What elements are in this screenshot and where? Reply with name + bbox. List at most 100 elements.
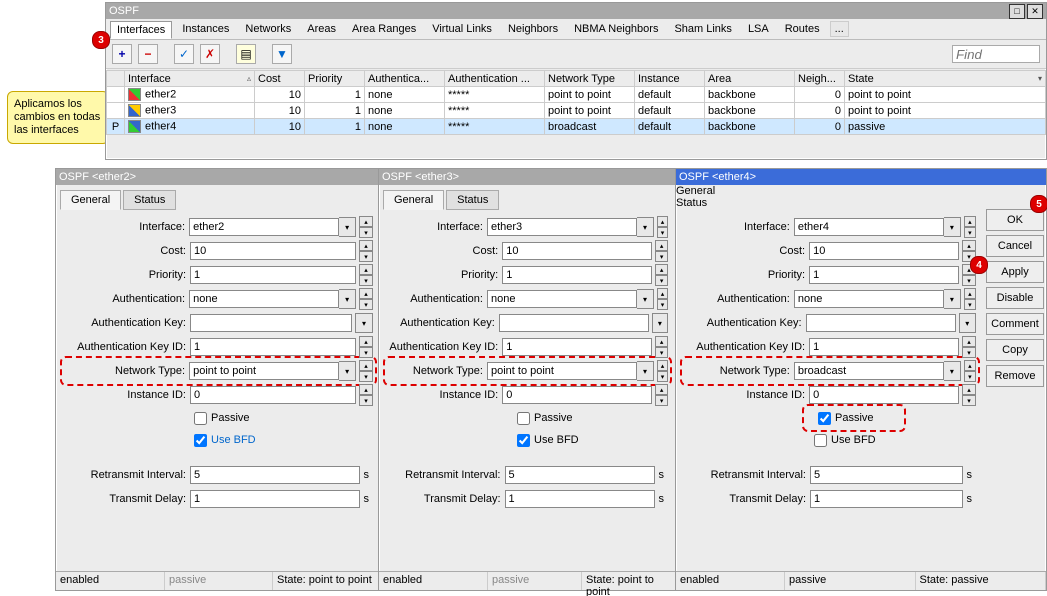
- network-type-field[interactable]: [794, 362, 944, 380]
- reveal-arrow-icon[interactable]: ▾: [959, 313, 976, 333]
- tab-more[interactable]: ...: [830, 21, 849, 37]
- col-auth[interactable]: Authentica...: [365, 71, 445, 87]
- priority-field[interactable]: [809, 266, 959, 284]
- tab-interfaces[interactable]: Interfaces: [110, 21, 172, 39]
- updown-arrows[interactable]: ▴▾: [657, 216, 668, 238]
- table-row-selected[interactable]: P ether4 101 none*****broadcast defaultb…: [107, 119, 1046, 135]
- col-cost[interactable]: Cost: [255, 71, 305, 87]
- instance-id-field[interactable]: [502, 386, 652, 404]
- usebfd-checkbox[interactable]: [194, 434, 207, 447]
- disable-button[interactable]: Disable: [986, 287, 1044, 309]
- priority-field[interactable]: [502, 266, 652, 284]
- col-authkey[interactable]: Authentication ...: [445, 71, 545, 87]
- authkeyid-field[interactable]: [502, 338, 652, 356]
- retransmit-field[interactable]: [810, 466, 963, 484]
- updown-arrows[interactable]: ▴▾: [359, 360, 373, 382]
- tab-routes[interactable]: Routes: [779, 21, 826, 37]
- passive-checkbox[interactable]: [517, 412, 530, 425]
- updown-arrows[interactable]: ▴▾: [655, 240, 668, 262]
- auth-field[interactable]: [487, 290, 637, 308]
- updown-arrows[interactable]: ▴▾: [964, 216, 976, 238]
- tab-area-ranges[interactable]: Area Ranges: [346, 21, 422, 37]
- tab-status[interactable]: Status: [123, 190, 176, 210]
- updown-arrows[interactable]: ▴▾: [657, 288, 668, 310]
- close-icon[interactable]: ✕: [1027, 4, 1043, 19]
- tab-status[interactable]: Status: [676, 197, 984, 209]
- network-type-field[interactable]: [189, 362, 339, 380]
- auth-field[interactable]: [189, 290, 339, 308]
- retransmit-field[interactable]: [190, 466, 360, 484]
- minimize-icon[interactable]: □: [1009, 4, 1025, 19]
- col-neigh[interactable]: Neigh...: [795, 71, 845, 87]
- updown-arrows[interactable]: ▴▾: [359, 240, 373, 262]
- authkey-field[interactable]: [499, 314, 649, 332]
- remove-button[interactable]: Remove: [986, 365, 1044, 387]
- remove-button[interactable]: −: [138, 44, 158, 64]
- dropdown-arrow-icon[interactable]: ▾: [637, 217, 654, 237]
- tab-virtual-links[interactable]: Virtual Links: [426, 21, 498, 37]
- dropdown-arrow-icon[interactable]: ▾: [339, 289, 356, 309]
- updown-arrows[interactable]: ▴▾: [359, 336, 373, 358]
- comment-button[interactable]: Comment: [986, 313, 1044, 335]
- table-row[interactable]: ether3 101 none*****point to point defau…: [107, 103, 1046, 119]
- tab-nbma[interactable]: NBMA Neighbors: [568, 21, 664, 37]
- col-priority[interactable]: Priority: [305, 71, 365, 87]
- dropdown-arrow-icon[interactable]: ▾: [339, 361, 356, 381]
- usebfd-checkbox[interactable]: [814, 434, 827, 447]
- tab-neighbors[interactable]: Neighbors: [502, 21, 564, 37]
- reveal-arrow-icon[interactable]: ▾: [652, 313, 668, 333]
- tab-instances[interactable]: Instances: [176, 21, 235, 37]
- tab-lsa[interactable]: LSA: [742, 21, 775, 37]
- authkey-field[interactable]: [806, 314, 956, 332]
- col-interface[interactable]: Interface▵: [125, 71, 255, 87]
- passive-checkbox[interactable]: [194, 412, 207, 425]
- priority-field[interactable]: [190, 266, 356, 284]
- auth-field[interactable]: [794, 290, 944, 308]
- updown-arrows[interactable]: ▴▾: [655, 264, 668, 286]
- dropdown-arrow-icon[interactable]: ▾: [339, 217, 356, 237]
- disable-button[interactable]: ✗: [200, 44, 220, 64]
- interface-field[interactable]: [794, 218, 944, 236]
- updown-arrows[interactable]: ▴▾: [655, 384, 668, 406]
- filter-button[interactable]: ▼: [272, 44, 292, 64]
- network-type-field[interactable]: [487, 362, 637, 380]
- col-menu-icon[interactable]: ▾: [1038, 74, 1042, 83]
- cost-field[interactable]: [190, 242, 356, 260]
- cost-field[interactable]: [809, 242, 959, 260]
- retransmit-field[interactable]: [505, 466, 655, 484]
- interface-field[interactable]: [487, 218, 637, 236]
- updown-arrows[interactable]: ▴▾: [962, 336, 976, 358]
- tab-general[interactable]: General: [60, 190, 121, 210]
- comment-button[interactable]: ▤: [236, 44, 256, 64]
- tab-general[interactable]: General: [676, 185, 984, 197]
- passive-checkbox[interactable]: [818, 412, 831, 425]
- updown-arrows[interactable]: ▴▾: [359, 384, 373, 406]
- find-input[interactable]: [952, 45, 1040, 63]
- transmit-delay-field[interactable]: [810, 490, 963, 508]
- apply-button[interactable]: Apply: [986, 261, 1044, 283]
- updown-arrows[interactable]: ▴▾: [962, 384, 976, 406]
- cancel-button[interactable]: Cancel: [986, 235, 1044, 257]
- copy-button[interactable]: Copy: [986, 339, 1044, 361]
- transmit-delay-field[interactable]: [190, 490, 360, 508]
- tab-areas[interactable]: Areas: [301, 21, 342, 37]
- authkey-field[interactable]: [190, 314, 352, 332]
- updown-arrows[interactable]: ▴▾: [359, 216, 373, 238]
- updown-arrows[interactable]: ▴▾: [359, 288, 373, 310]
- tab-sham-links[interactable]: Sham Links: [668, 21, 737, 37]
- reveal-arrow-icon[interactable]: ▾: [355, 313, 373, 333]
- instance-id-field[interactable]: [809, 386, 959, 404]
- dropdown-arrow-icon[interactable]: ▾: [637, 289, 654, 309]
- cost-field[interactable]: [502, 242, 652, 260]
- updown-arrows[interactable]: ▴▾: [657, 360, 668, 382]
- updown-arrows[interactable]: ▴▾: [964, 360, 976, 382]
- authkeyid-field[interactable]: [190, 338, 356, 356]
- col-instance[interactable]: Instance: [635, 71, 705, 87]
- dropdown-arrow-icon[interactable]: ▾: [637, 361, 654, 381]
- updown-arrows[interactable]: ▴▾: [655, 336, 668, 358]
- dropdown-arrow-icon[interactable]: ▾: [944, 361, 961, 381]
- usebfd-checkbox[interactable]: [517, 434, 530, 447]
- authkeyid-field[interactable]: [809, 338, 959, 356]
- interface-field[interactable]: [189, 218, 339, 236]
- instance-id-field[interactable]: [190, 386, 356, 404]
